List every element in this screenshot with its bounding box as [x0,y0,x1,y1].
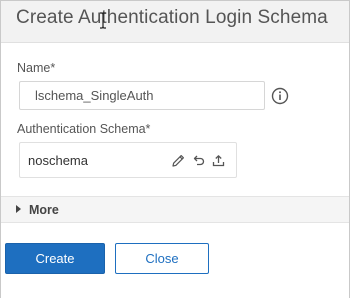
authentication-schema-value: noschema [28,153,88,168]
authentication-schema-field: noschema [19,142,237,178]
more-label: More [29,203,59,217]
dialog-footer: Create Close [1,223,349,298]
info-icon[interactable] [271,87,289,105]
dialog-title: Create Authentication Login Schema [16,7,328,28]
dialog-header: Create Authentication Login Schema [1,1,349,43]
edit-pencil-icon[interactable] [171,153,186,168]
undo-icon[interactable] [191,153,206,168]
caret-right-icon [16,205,21,213]
name-input[interactable] [19,81,265,110]
text-cursor-icon [99,12,107,29]
upload-icon[interactable] [211,153,226,168]
name-label: Name* [17,61,56,75]
more-section-toggle[interactable]: More [1,196,349,223]
schema-actions [171,153,226,168]
create-login-schema-dialog: Create Authentication Login Schema Name*… [0,0,350,298]
authentication-schema-label: Authentication Schema* [17,122,151,136]
create-button[interactable]: Create [5,243,105,274]
close-button[interactable]: Close [115,243,209,274]
